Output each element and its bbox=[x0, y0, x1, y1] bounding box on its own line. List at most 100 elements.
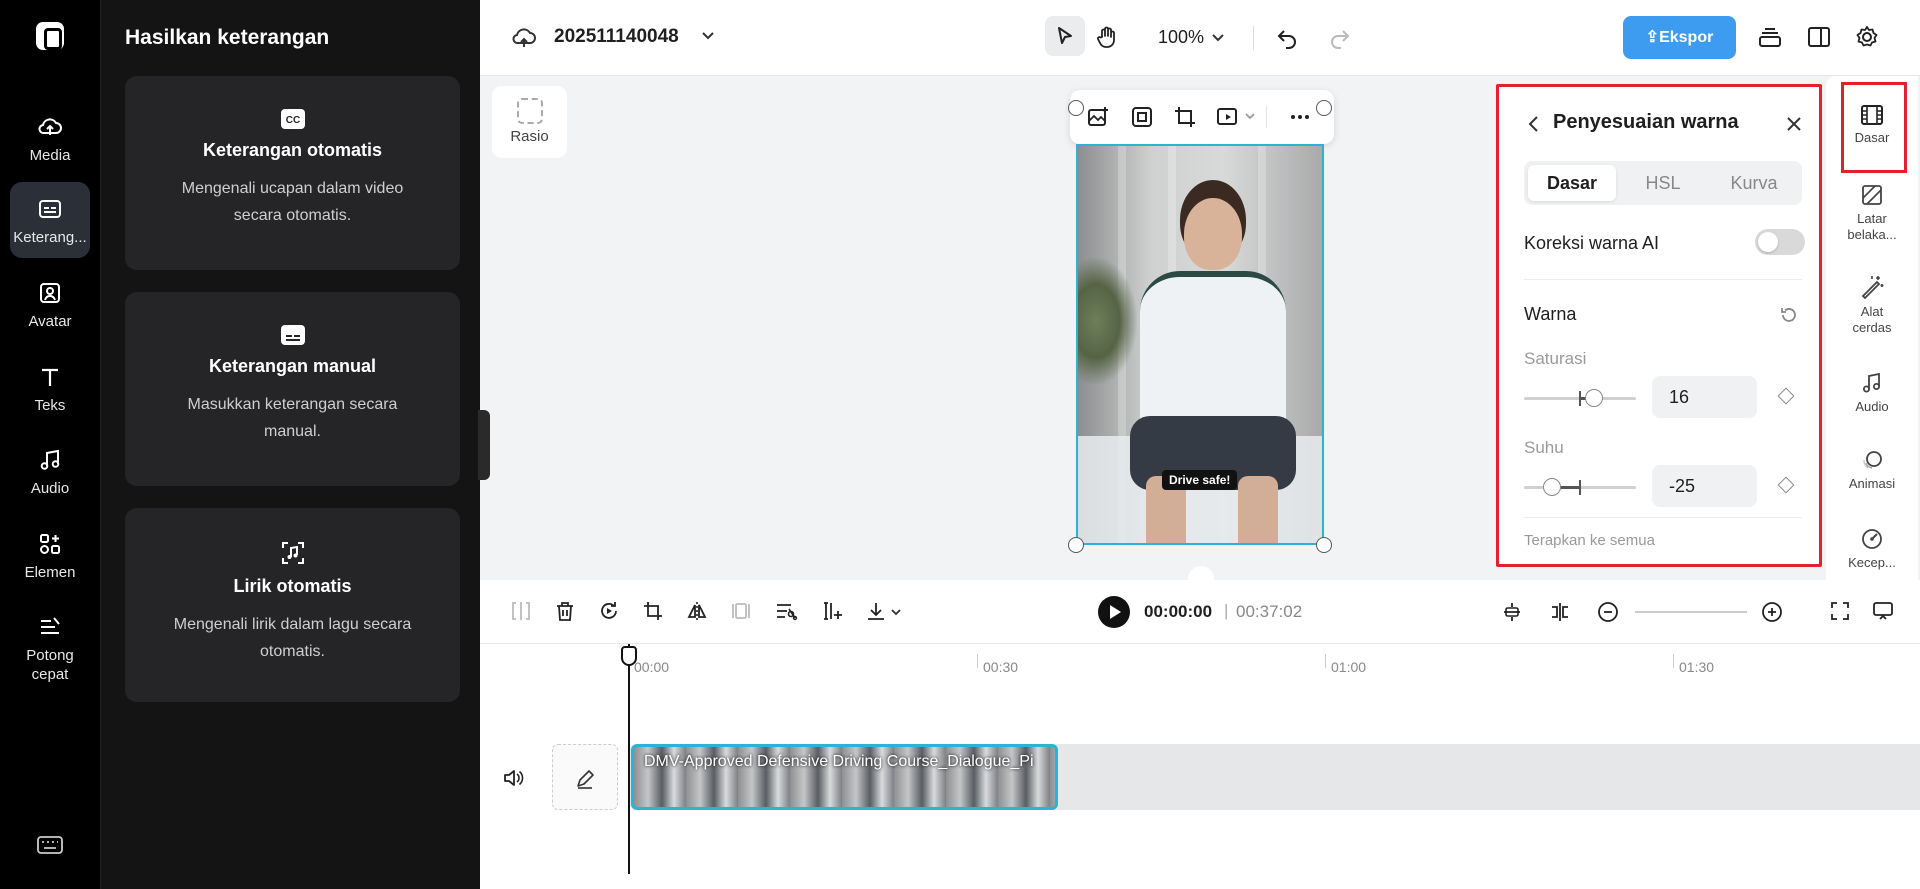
apply-to-all-button[interactable]: Terapkan ke semua bbox=[1524, 532, 1655, 549]
rail-item-captions[interactable]: Keterang... bbox=[10, 182, 90, 258]
top-bar: 202511140048 100% ⇪Ekspor bbox=[480, 0, 1920, 76]
gear-icon[interactable] bbox=[1854, 24, 1880, 50]
more-icon[interactable] bbox=[1288, 105, 1312, 129]
tab-basic[interactable]: Dasar bbox=[1528, 165, 1616, 201]
download-icon[interactable] bbox=[864, 600, 888, 624]
avatar-icon bbox=[40, 283, 60, 303]
auto-lyrics-card[interactable]: Lirik otomatis Mengenali lirik dalam lag… bbox=[125, 508, 460, 702]
tab-curves[interactable]: Kurva bbox=[1710, 165, 1798, 201]
resize-handle[interactable] bbox=[1068, 100, 1084, 116]
export-button[interactable]: ⇪Ekspor bbox=[1623, 16, 1736, 59]
chevron-down-icon[interactable] bbox=[700, 28, 716, 44]
playhead[interactable] bbox=[628, 644, 630, 874]
prop-item-audio[interactable]: Audio bbox=[1826, 371, 1918, 415]
rail-item-text[interactable]: Teks bbox=[10, 350, 90, 426]
prop-item-label: Animasi bbox=[1848, 476, 1896, 491]
resize-handle[interactable] bbox=[1316, 100, 1332, 116]
slider-knob[interactable] bbox=[1543, 478, 1561, 496]
back-arrow-icon[interactable] bbox=[1527, 114, 1541, 134]
tab-hsl[interactable]: HSL bbox=[1619, 165, 1707, 201]
chevron-down-icon[interactable] bbox=[890, 606, 902, 618]
temperature-slider[interactable] bbox=[1524, 478, 1636, 496]
subtitle-overlay[interactable]: Drive safe! bbox=[1162, 470, 1238, 490]
undo-icon[interactable] bbox=[1275, 26, 1299, 50]
speed-cut-icon[interactable] bbox=[774, 600, 798, 622]
ruler-tick bbox=[977, 654, 978, 668]
crop-icon[interactable] bbox=[642, 600, 664, 622]
ai-color-correction-toggle[interactable] bbox=[1755, 229, 1805, 255]
snap-icon[interactable] bbox=[1500, 600, 1524, 624]
ratio-button[interactable]: Rasio bbox=[492, 86, 567, 158]
app-logo-icon[interactable] bbox=[36, 22, 64, 50]
prop-item-animation[interactable]: Animasi bbox=[1826, 448, 1918, 492]
video-preview[interactable]: Drive safe! bbox=[1076, 144, 1324, 545]
temperature-input[interactable]: -25 bbox=[1652, 465, 1757, 507]
keyboard-icon[interactable] bbox=[36, 834, 64, 856]
playhead-handle[interactable] bbox=[621, 646, 637, 666]
ruler-tick bbox=[1325, 654, 1326, 668]
zoom-out-icon[interactable] bbox=[1596, 600, 1620, 624]
split-icon[interactable] bbox=[510, 600, 532, 622]
replay-icon[interactable] bbox=[598, 600, 620, 622]
card-description-line: manual. bbox=[264, 423, 321, 440]
elements-icon bbox=[40, 534, 60, 554]
prop-item-smart-tools[interactable]: Alat cerdas bbox=[1826, 274, 1918, 336]
crop-icon[interactable] bbox=[1173, 105, 1197, 129]
time-separator: | bbox=[1224, 601, 1229, 620]
saturation-input[interactable]: 16 bbox=[1652, 376, 1757, 418]
fit-frame-icon[interactable] bbox=[1130, 105, 1154, 129]
rail-item-quick-cut[interactable]: Potong cepat bbox=[10, 600, 90, 696]
volume-icon[interactable] bbox=[502, 768, 524, 788]
auto-captions-card[interactable]: CC Keterangan otomatis Mengenali ucapan … bbox=[125, 76, 460, 270]
video-clip[interactable]: DMV-Approved Defensive Driving Course_Di… bbox=[631, 744, 1058, 810]
ruler-label: 01:30 bbox=[1679, 659, 1715, 675]
edit-cover-button[interactable] bbox=[552, 744, 618, 810]
layers-icon[interactable] bbox=[1757, 24, 1783, 50]
zoom-level[interactable]: 100% bbox=[1158, 27, 1204, 48]
prop-item-background[interactable]: Latar belaka... bbox=[1826, 183, 1918, 243]
layout-panel-icon[interactable] bbox=[1806, 24, 1832, 50]
delete-icon[interactable] bbox=[554, 600, 576, 622]
project-name[interactable]: 202511140048 bbox=[554, 26, 679, 48]
rail-item-elements[interactable]: Elemen bbox=[10, 517, 90, 593]
resize-handle[interactable] bbox=[1316, 537, 1332, 553]
collapse-panel-handle[interactable] bbox=[478, 410, 490, 480]
cloud-upload-icon bbox=[38, 118, 62, 135]
keyframe-diamond-icon[interactable] bbox=[1777, 476, 1795, 494]
saturation-slider[interactable] bbox=[1524, 389, 1636, 407]
chevron-down-icon[interactable] bbox=[1210, 30, 1226, 46]
chevron-down-icon[interactable] bbox=[1244, 110, 1256, 122]
flip-icon[interactable] bbox=[686, 600, 708, 622]
manual-captions-card[interactable]: Keterangan manual Masukkan keterangan se… bbox=[125, 292, 460, 486]
add-image-icon[interactable] bbox=[1086, 105, 1110, 129]
freeze-icon[interactable] bbox=[730, 600, 752, 622]
rail-item-audio[interactable]: Audio bbox=[10, 433, 90, 509]
split-track-icon[interactable] bbox=[1548, 600, 1572, 624]
play-button[interactable] bbox=[1098, 596, 1130, 628]
fullscreen-icon[interactable] bbox=[1829, 600, 1851, 622]
prop-item-speed[interactable]: Kecep... bbox=[1826, 527, 1918, 571]
color-adjustment-panel: Penyesuaian warna Dasar HSL Kurva Koreks… bbox=[1496, 84, 1822, 567]
resize-handle[interactable] bbox=[1068, 537, 1084, 553]
rotate-handle-icon[interactable] bbox=[1188, 566, 1214, 580]
timeline-area[interactable]: 00:00 00:30 01:00 01:30 DMV-Approved Def… bbox=[480, 644, 1920, 889]
hand-icon[interactable] bbox=[1095, 25, 1119, 49]
reset-icon[interactable] bbox=[1779, 305, 1799, 325]
animation-icon bbox=[1863, 451, 1882, 469]
redo-icon[interactable] bbox=[1328, 26, 1352, 50]
cloud-sync-icon[interactable] bbox=[510, 24, 538, 50]
ai-color-correction-label: Koreksi warna AI bbox=[1524, 233, 1660, 253]
keyframe-diamond-icon[interactable] bbox=[1777, 387, 1795, 405]
ratio-label: Rasio bbox=[510, 128, 549, 145]
slider-knob[interactable] bbox=[1585, 389, 1603, 407]
zoom-in-icon[interactable] bbox=[1760, 600, 1784, 624]
rail-item-avatar[interactable]: Avatar bbox=[10, 266, 90, 342]
ruler-label: 00:00 bbox=[634, 659, 670, 675]
replace-media-icon[interactable] bbox=[1216, 105, 1240, 129]
timeline-zoom-slider[interactable] bbox=[1635, 611, 1747, 613]
caption-monitor-icon[interactable] bbox=[1872, 600, 1894, 622]
select-tool-button[interactable] bbox=[1045, 16, 1085, 56]
split-add-icon[interactable] bbox=[820, 600, 844, 622]
rail-item-media[interactable]: Media bbox=[10, 100, 90, 176]
close-icon[interactable] bbox=[1784, 114, 1804, 134]
